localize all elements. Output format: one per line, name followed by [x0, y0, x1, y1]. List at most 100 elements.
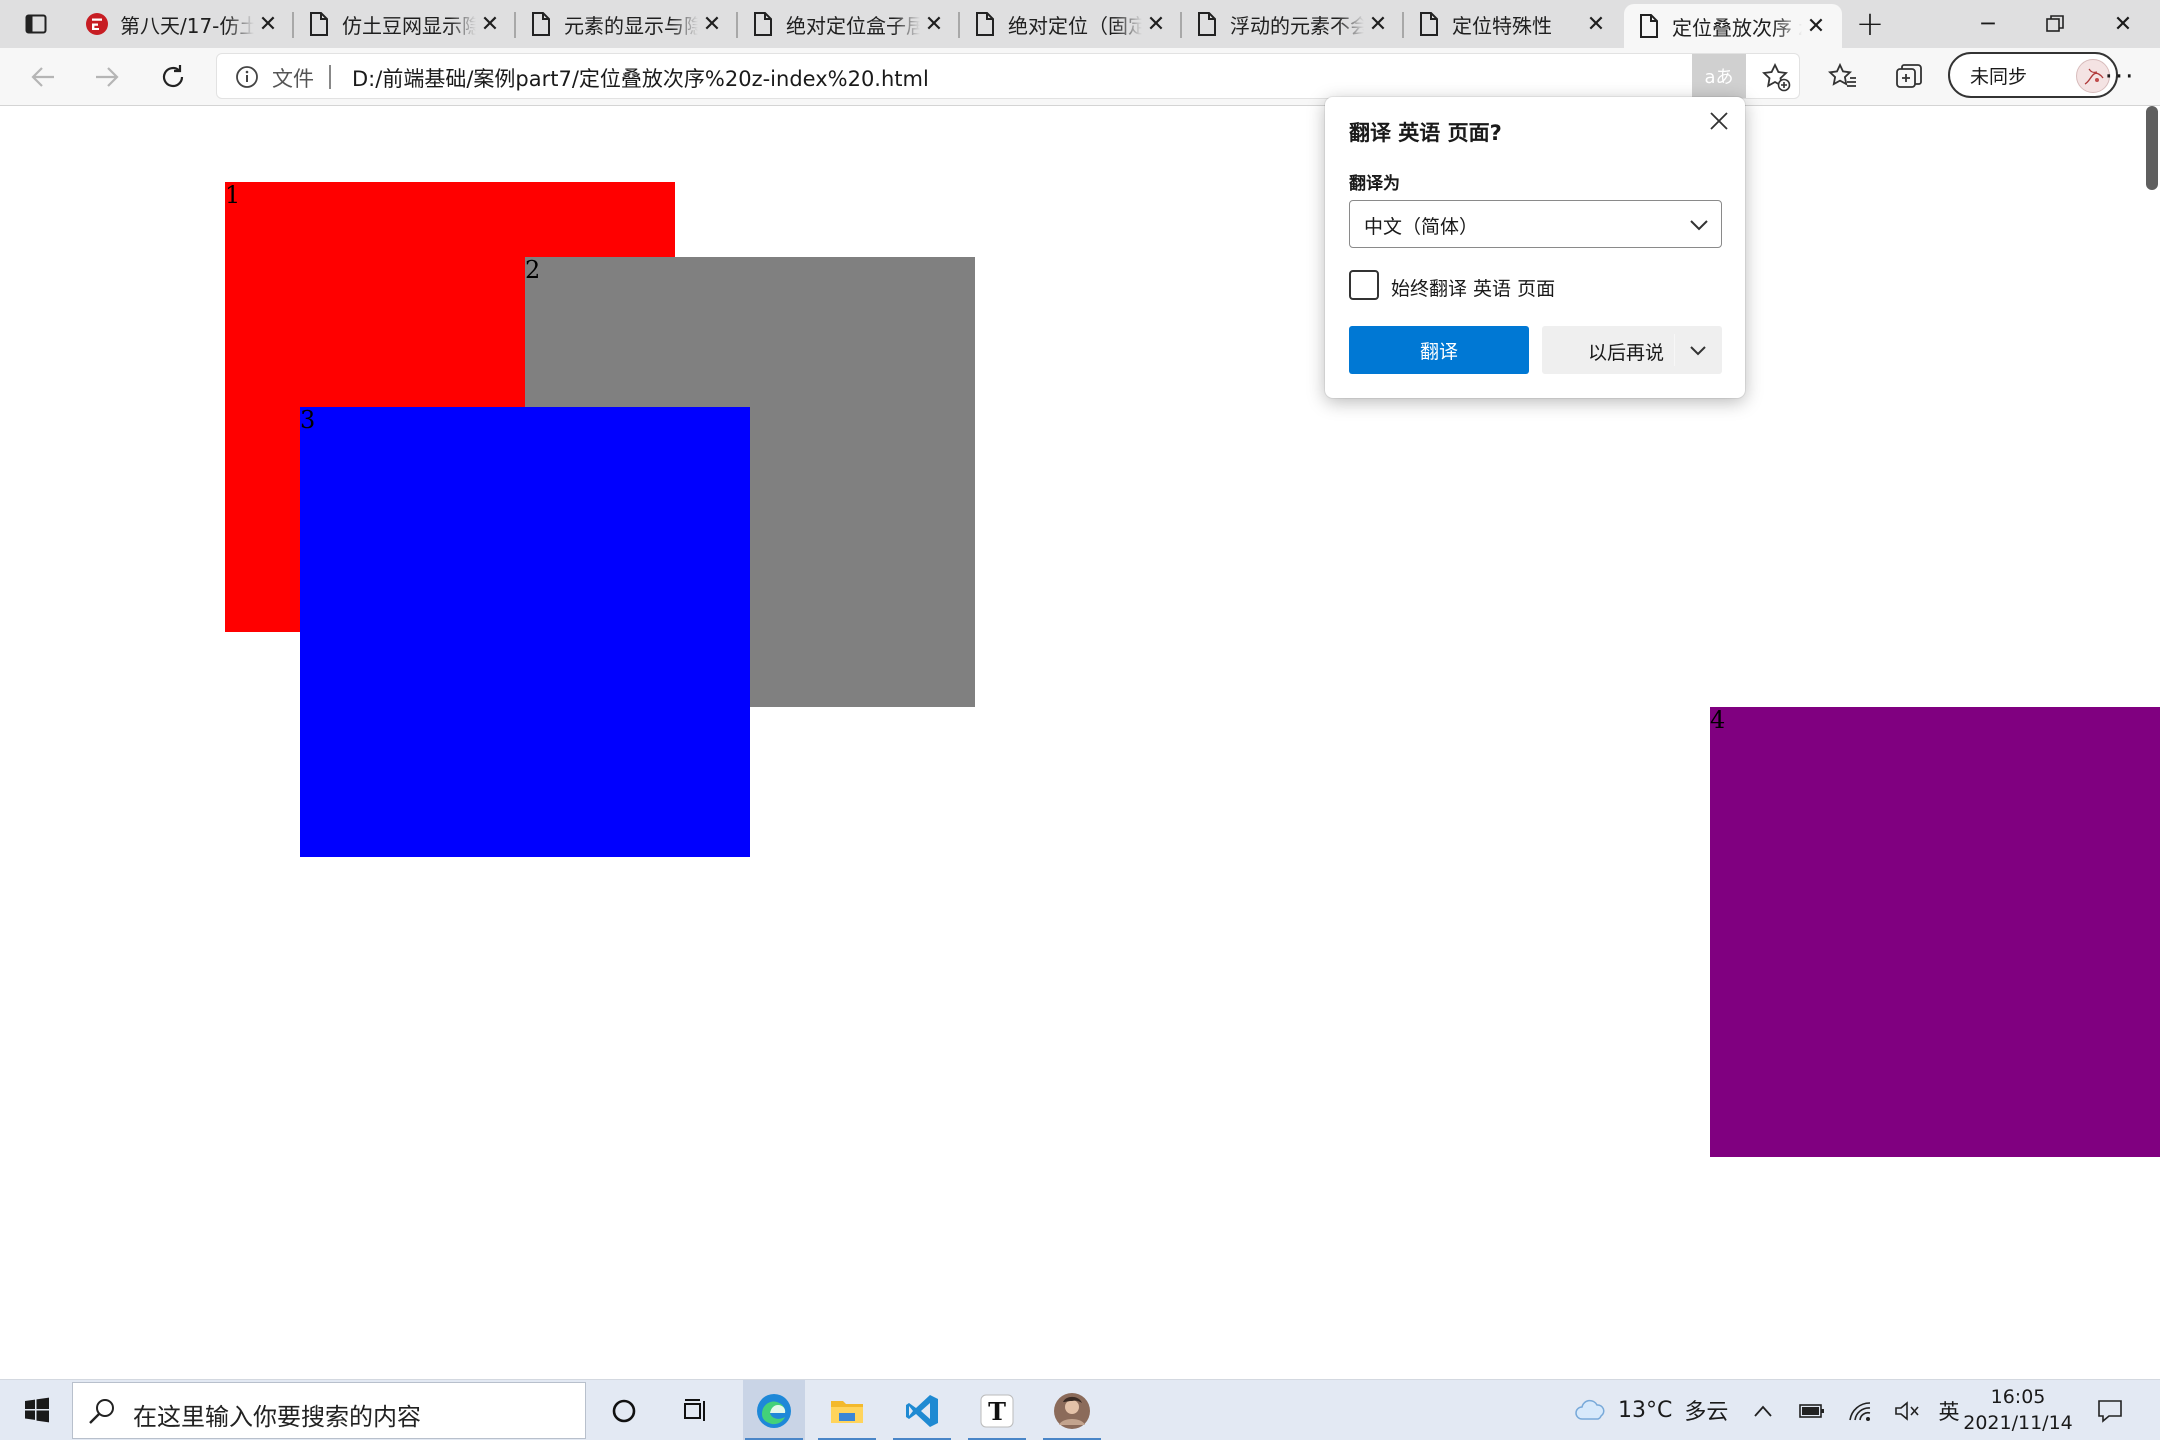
start-button[interactable]	[10, 1386, 64, 1434]
close-icon[interactable]: ✕	[920, 10, 948, 38]
system-clock[interactable]: 16:05 2021/11/14	[1958, 1384, 2078, 1436]
taskbar-search-box[interactable]: 在这里输入你要搜索的内容	[72, 1382, 586, 1439]
taskbar-photo-app[interactable]	[1041, 1380, 1103, 1440]
scrollbar-thumb[interactable]	[2146, 106, 2158, 190]
new-tab-button[interactable]: +	[1850, 4, 1890, 44]
tab-0[interactable]: 第八天/17-仿土 ✕	[72, 4, 294, 44]
close-icon	[1710, 112, 1728, 130]
tab-3[interactable]: 绝对定位盒子居 ✕	[738, 4, 960, 44]
network-button[interactable]	[1843, 1394, 1877, 1428]
close-icon[interactable]: ✕	[1142, 10, 1170, 38]
selected-language: 中文（简体）	[1364, 216, 1479, 238]
tab-label: 元素的显示与隐	[564, 13, 698, 38]
translate-to-label: 翻译为	[1349, 174, 1400, 194]
plus-icon: +	[1855, 4, 1885, 44]
arrow-right-icon	[96, 67, 119, 87]
close-icon[interactable]: ✕	[1364, 10, 1392, 38]
tab-label: 浮动的元素不会	[1230, 13, 1364, 38]
purple-box: 4	[1710, 707, 2160, 1157]
tab-actions-icon	[25, 14, 47, 34]
not-now-label: 以后再说	[1588, 342, 1665, 364]
language-select[interactable]: 中文（简体）	[1349, 200, 1722, 248]
taskbar-typora[interactable]: T	[966, 1380, 1028, 1440]
show-hidden-icons-button[interactable]	[1746, 1394, 1780, 1428]
notification-center-button[interactable]	[2092, 1394, 2128, 1428]
close-icon[interactable]: ✕	[254, 10, 282, 38]
arrow-left-icon	[31, 67, 54, 87]
box-label: 4	[1710, 706, 1726, 734]
info-icon[interactable]	[235, 65, 259, 89]
blue-box: 3	[300, 407, 750, 857]
close-icon[interactable]: ✕	[698, 10, 726, 38]
vscode-icon	[906, 1394, 938, 1427]
taskbar-edge[interactable]	[743, 1380, 805, 1440]
cortana-button[interactable]	[593, 1380, 655, 1440]
typora-icon: T	[980, 1394, 1014, 1427]
refresh-icon	[162, 65, 184, 88]
tab-6[interactable]: 定位特殊性 ✕	[1404, 4, 1622, 44]
minimize-button[interactable]: ─	[1955, 0, 2021, 48]
battery-button[interactable]	[1795, 1394, 1829, 1428]
taskbar-vscode[interactable]	[891, 1380, 953, 1440]
tab-2[interactable]: 元素的显示与隐 ✕	[516, 4, 738, 44]
collections-button[interactable]	[1892, 60, 1926, 94]
browser-toolbar: 文件 D:/前端基础/案例part7/定位叠放次序%20z-index%20.h…	[0, 48, 2160, 106]
page-scrollbar[interactable]	[2146, 106, 2160, 190]
close-icon[interactable]: ✕	[1582, 10, 1610, 38]
always-translate-checkbox[interactable]	[1349, 270, 1379, 300]
close-icon[interactable]: ✕	[476, 10, 504, 38]
weather-condition: 多云	[1684, 1400, 1729, 1425]
tab-label: 仿土豆网显示隐	[342, 13, 476, 38]
address-bar[interactable]: 文件 D:/前端基础/案例part7/定位叠放次序%20z-index%20.h…	[216, 53, 1800, 99]
address-divider	[329, 65, 331, 89]
close-icon[interactable]: ✕	[1802, 12, 1830, 40]
profile-sync-button[interactable]: 未同步	[1948, 52, 2118, 98]
weather-widget[interactable]: 13°C 多云	[1574, 1392, 1728, 1428]
screen: 第八天/17-仿土 ✕ 仿土豆网显示隐 ✕ 元素的显示与隐 ✕ 绝对定位盒子居	[0, 0, 2160, 1440]
dialog-close-button[interactable]	[1703, 105, 1735, 137]
translate-button[interactable]: 翻译	[1349, 326, 1529, 374]
settings-more-button[interactable]: ···	[2098, 60, 2142, 94]
battery-icon	[1799, 1404, 1824, 1418]
svg-text:T: T	[988, 1397, 1006, 1426]
photo-avatar-icon	[1054, 1392, 1090, 1429]
file-icon	[750, 11, 776, 37]
page-content: 1 2 3 4	[0, 106, 2160, 1379]
search-placeholder: 在这里输入你要搜索的内容	[133, 1403, 421, 1431]
sync-status-label: 未同步	[1970, 65, 2028, 88]
close-window-button[interactable]: ✕	[2090, 0, 2156, 48]
url-text[interactable]: D:/前端基础/案例part7/定位叠放次序%20z-index%20.html	[352, 63, 929, 93]
not-now-button[interactable]: 以后再说	[1542, 326, 1722, 374]
tab-4[interactable]: 绝对定位（固定 ✕	[960, 4, 1182, 44]
edge-browser-icon	[757, 1393, 791, 1428]
box-label: 1	[225, 181, 241, 209]
cloud-icon	[1575, 1399, 1605, 1420]
tab-label: 绝对定位（固定	[1008, 13, 1142, 38]
translate-page-button[interactable]: aあ	[1692, 54, 1746, 98]
add-favorite-icon[interactable]	[1761, 62, 1791, 92]
folder-icon	[831, 1400, 863, 1423]
favorites-button[interactable]	[1826, 60, 1860, 94]
chevron-up-icon	[1754, 1405, 1772, 1417]
minimize-icon: ─	[1981, 11, 1995, 37]
cortana-icon	[612, 1399, 636, 1422]
volume-button[interactable]	[1890, 1394, 1924, 1428]
clock-date: 2021/11/14	[1963, 1412, 2073, 1434]
back-button[interactable]	[20, 54, 66, 100]
tab-7-active[interactable]: 定位叠放次序 z ✕	[1624, 4, 1842, 48]
file-icon	[972, 11, 998, 37]
tab-5[interactable]: 浮动的元素不会 ✕	[1182, 4, 1404, 44]
tab-1[interactable]: 仿土豆网显示隐 ✕	[294, 4, 516, 44]
forward-button[interactable]	[84, 54, 130, 100]
restore-button[interactable]	[2022, 0, 2088, 48]
taskbar-file-explorer[interactable]	[816, 1380, 878, 1440]
tab-label: 定位特殊性	[1452, 13, 1552, 38]
file-icon	[1416, 11, 1442, 37]
task-view-button[interactable]	[665, 1380, 727, 1440]
weather-temperature: 13°C	[1618, 1397, 1673, 1423]
chevron-down-icon[interactable]	[1686, 338, 1710, 362]
task-view-icon	[684, 1398, 705, 1421]
tab-actions-button[interactable]	[14, 8, 58, 40]
search-icon	[89, 1399, 114, 1424]
refresh-button[interactable]	[150, 54, 196, 100]
